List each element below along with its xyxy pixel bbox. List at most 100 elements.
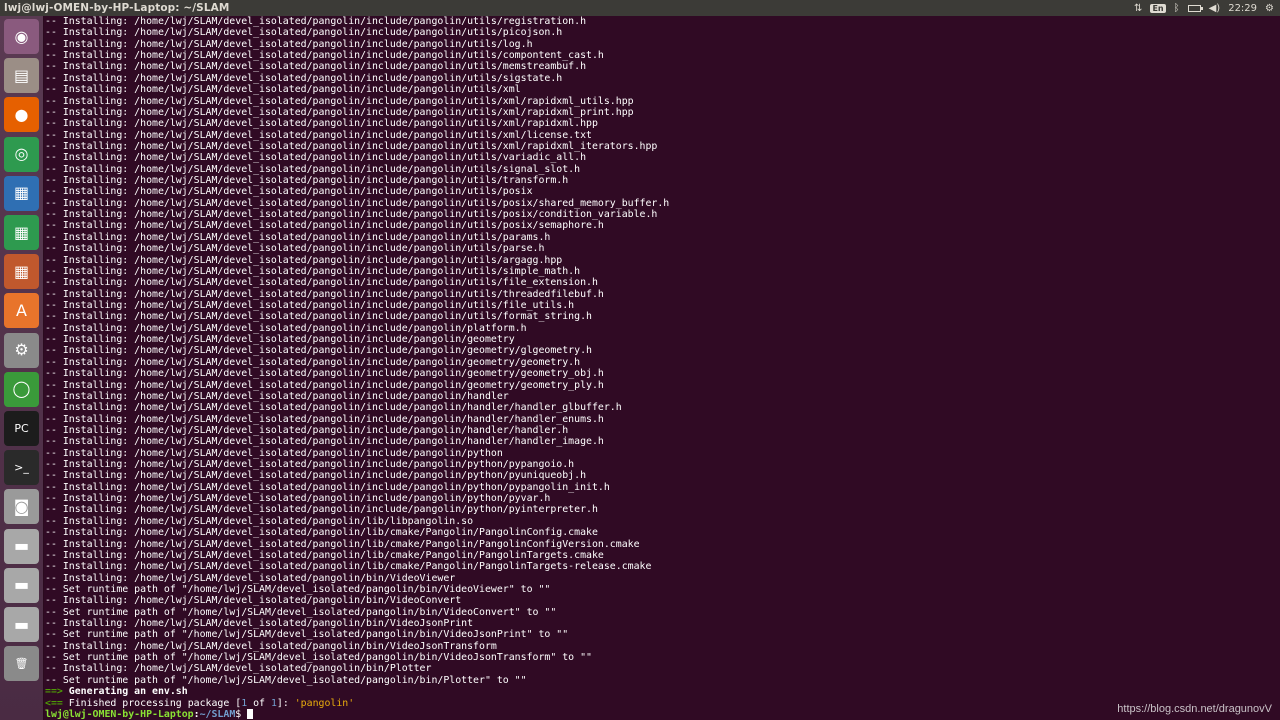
terminal-line: -- Installing: /home/lwj/SLAM/devel_isol… [45, 61, 587, 73]
terminal-line: -- Installing: /home/lwj/SLAM/devel_isol… [45, 231, 551, 243]
terminal-line: -- Installing: /home/lwj/SLAM/devel_isol… [45, 84, 521, 96]
drive-icon[interactable]: ▬ [4, 607, 39, 642]
gear-icon[interactable]: ⚙ [1265, 3, 1274, 14]
watermark: https://blog.csdn.net/dragunovV [1117, 703, 1272, 715]
terminal-line: -- Installing: /home/lwj/SLAM/devel_isol… [45, 129, 592, 141]
terminal-line: -- Installing: /home/lwj/SLAM/devel_isol… [45, 390, 509, 402]
libreoffice-calc-icon[interactable]: ▦ [4, 215, 39, 250]
terminal-line: -- Installing: /home/lwj/SLAM/devel_isol… [45, 572, 456, 584]
shell-prompt[interactable]: lwj@lwj-OMEN-by-HP-Laptop:~/SLAM$ [45, 708, 1280, 720]
terminal-line: -- Installing: /home/lwj/SLAM/devel_isol… [45, 379, 604, 391]
drive-icon-glyph: ▬ [13, 536, 30, 556]
drive-icon-glyph: ▬ [13, 614, 30, 634]
software-center-icon[interactable]: A [4, 293, 39, 329]
terminal-line: -- Installing: /home/lwj/SLAM/devel_isol… [45, 618, 474, 630]
keyboard-layout-indicator[interactable]: En [1150, 3, 1166, 13]
ubuntu-dash-icon[interactable]: ◉ [4, 19, 39, 54]
files-icon-glyph: ▤ [13, 65, 30, 85]
terminal-icon-glyph: >_ [14, 461, 29, 475]
terminal-line: -- Installing: /home/lwj/SLAM/devel_isol… [45, 481, 610, 493]
terminal-line: -- Installing: /home/lwj/SLAM/devel_isol… [45, 368, 604, 380]
terminal-line: -- Set runtime path of "/home/lwj/SLAM/d… [45, 629, 569, 641]
terminal-line: -- Installing: /home/lwj/SLAM/devel_isol… [45, 663, 432, 675]
terminal-line: -- Set runtime path of "/home/lwj/SLAM/d… [45, 674, 527, 686]
ubuntu-dash-icon-glyph: ◉ [14, 26, 29, 46]
terminal-line: -- Installing: /home/lwj/SLAM/devel_isol… [45, 277, 598, 289]
terminal-line: -- Installing: /home/lwj/SLAM/devel_isol… [45, 299, 575, 311]
trash-icon[interactable]: 🗑 [4, 646, 39, 682]
terminal-line: -- Installing: /home/lwj/SLAM/devel_isol… [45, 106, 634, 118]
terminal-line: -- Installing: /home/lwj/SLAM/devel_isol… [45, 265, 581, 277]
volume-icon[interactable]: ◀) [1209, 3, 1221, 14]
terminal-line: -- Installing: /home/lwj/SLAM/devel_isol… [45, 152, 587, 164]
terminal-line: -- Installing: /home/lwj/SLAM/devel_isol… [45, 595, 462, 607]
terminal-output: -- Installing: /home/lwj/SLAM/devel_isol… [45, 16, 1280, 686]
terminal-icon[interactable]: >_ [4, 450, 39, 486]
env-line: ==> Generating an env.sh [45, 686, 188, 698]
system-tray: ⇅ En ᛒ ◀) 22:29 ⚙ [1134, 3, 1274, 14]
terminal-line: -- Installing: /home/lwj/SLAM/devel_isol… [45, 209, 658, 221]
network-arrows-icon[interactable]: ⇅ [1134, 3, 1142, 14]
terminal-line: -- Installing: /home/lwj/SLAM/devel_isol… [45, 50, 604, 62]
pycharm-icon-glyph: PC [14, 422, 29, 435]
camera-icon[interactable]: ◙ [4, 489, 39, 525]
terminal-line: -- Installing: /home/lwj/SLAM/devel_isol… [45, 402, 622, 414]
terminal-line: -- Installing: /home/lwj/SLAM/devel_isol… [45, 493, 551, 505]
terminal-line: -- Installing: /home/lwj/SLAM/devel_isol… [45, 322, 527, 334]
terminal-line: -- Installing: /home/lwj/SLAM/devel_isol… [45, 459, 575, 471]
terminal-window[interactable]: -- Installing: /home/lwj/SLAM/devel_isol… [44, 16, 1280, 720]
finish-line: <== Finished processing package [1 of 1]… [45, 697, 355, 709]
chrome-icon-glyph: ◎ [14, 144, 29, 164]
terminal-line: -- Installing: /home/lwj/SLAM/devel_isol… [45, 470, 587, 482]
trash-icon-glyph: 🗑 [14, 657, 29, 671]
clock[interactable]: 22:29 [1228, 3, 1257, 14]
firefox-icon[interactable]: ● [4, 97, 39, 133]
libreoffice-impress-icon[interactable]: ▦ [4, 254, 39, 290]
bluetooth-icon[interactable]: ᛒ [1174, 3, 1180, 14]
terminal-line: -- Installing: /home/lwj/SLAM/devel_isol… [45, 38, 533, 50]
system-settings-icon[interactable]: ⚙ [4, 332, 39, 368]
launcher: ◉ ▤ ● ◎ ▦ ▦ ▦ A ⚙ ◯ PC >_ ◙ ▬ ▬ ▬ 🗑 [0, 16, 44, 720]
files-icon[interactable]: ▤ [4, 58, 39, 94]
update-icon[interactable]: ◯ [4, 371, 39, 407]
drive-icon[interactable]: ▬ [4, 567, 39, 603]
terminal-line: -- Set runtime path of "/home/lwj/SLAM/d… [45, 606, 557, 618]
terminal-line: -- Installing: /home/lwj/SLAM/devel_isol… [45, 515, 474, 527]
terminal-line: -- Installing: /home/lwj/SLAM/devel_isol… [45, 220, 604, 232]
terminal-line: -- Installing: /home/lwj/SLAM/devel_isol… [45, 288, 604, 300]
terminal-line: -- Installing: /home/lwj/SLAM/devel_isol… [45, 538, 640, 550]
window-title: lwj@lwj-OMEN-by-HP-Laptop: ~/SLAM [4, 2, 230, 14]
update-icon-glyph: ◯ [12, 379, 31, 399]
terminal-line: -- Installing: /home/lwj/SLAM/devel_isol… [45, 640, 497, 652]
libreoffice-writer-icon-glyph: ▦ [13, 183, 30, 203]
terminal-line: -- Installing: /home/lwj/SLAM/devel_isol… [45, 549, 604, 561]
battery-icon[interactable] [1187, 4, 1203, 12]
libreoffice-impress-icon-glyph: ▦ [13, 261, 30, 281]
terminal-line: -- Installing: /home/lwj/SLAM/devel_isol… [45, 345, 592, 357]
text-cursor [247, 708, 254, 719]
terminal-line: -- Installing: /home/lwj/SLAM/devel_isol… [45, 447, 503, 459]
libreoffice-writer-icon[interactable]: ▦ [4, 175, 39, 211]
pycharm-icon[interactable]: PC [4, 411, 39, 446]
terminal-line: -- Set runtime path of "/home/lwj/SLAM/d… [45, 583, 551, 595]
chrome-icon[interactable]: ◎ [4, 136, 39, 172]
camera-icon-glyph: ◙ [13, 496, 30, 516]
terminal-line: -- Installing: /home/lwj/SLAM/devel_isol… [45, 311, 592, 323]
terminal-line: -- Installing: /home/lwj/SLAM/devel_isol… [45, 118, 598, 130]
terminal-line: -- Installing: /home/lwj/SLAM/devel_isol… [45, 254, 563, 266]
terminal-line: -- Installing: /home/lwj/SLAM/devel_isol… [45, 243, 545, 255]
terminal-line: -- Installing: /home/lwj/SLAM/devel_isol… [45, 197, 670, 209]
terminal-line: -- Installing: /home/lwj/SLAM/devel_isol… [45, 561, 652, 573]
libreoffice-calc-icon-glyph: ▦ [13, 222, 30, 242]
terminal-line: -- Installing: /home/lwj/SLAM/devel_isol… [45, 140, 658, 152]
terminal-line: -- Installing: /home/lwj/SLAM/devel_isol… [45, 27, 563, 39]
terminal-line: -- Installing: /home/lwj/SLAM/devel_isol… [45, 16, 587, 27]
terminal-line: -- Installing: /home/lwj/SLAM/devel_isol… [45, 436, 604, 448]
drive-icon-glyph: ▬ [13, 575, 30, 595]
terminal-line: -- Installing: /home/lwj/SLAM/devel_isol… [45, 413, 604, 425]
software-center-icon-glyph: A [16, 300, 27, 320]
drive-icon[interactable]: ▬ [4, 528, 39, 564]
system-settings-icon-glyph: ⚙ [14, 340, 29, 360]
terminal-line: -- Installing: /home/lwj/SLAM/devel_isol… [45, 504, 598, 516]
terminal-line: -- Installing: /home/lwj/SLAM/devel_isol… [45, 72, 563, 84]
